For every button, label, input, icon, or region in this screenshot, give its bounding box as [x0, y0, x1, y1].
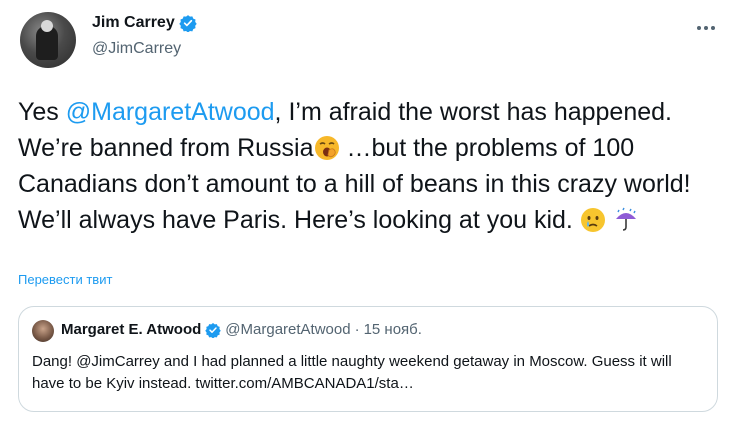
- quoted-date[interactable]: 15 нояб.: [364, 321, 422, 338]
- quoted-text: Dang! @JimCarrey and I had planned a lit…: [32, 353, 672, 392]
- yawning-face-emoji-icon: [314, 136, 339, 160]
- avatar[interactable]: [20, 12, 76, 68]
- quoted-separator: ·: [354, 321, 360, 338]
- quoted-author-handle[interactable]: @MargaretAtwood: [225, 321, 350, 338]
- tweet-text-part1: Yes: [18, 98, 66, 126]
- verified-badge-icon: [179, 15, 197, 32]
- quoted-header: Margaret E. Atwood @MargaretAtwood · 15 …: [61, 321, 422, 338]
- quoted-tweet[interactable]: Margaret E. Atwood @MargaretAtwood · 15 …: [18, 306, 718, 412]
- mention-link[interactable]: @MargaretAtwood: [66, 98, 275, 126]
- tweet-text: Yes @MargaretAtwood, I’m afraid the wors…: [18, 94, 723, 238]
- avatar-head: [41, 20, 53, 32]
- quoted-author-name[interactable]: Margaret E. Atwood: [61, 321, 201, 338]
- crying-face-emoji-icon: [580, 208, 605, 232]
- translate-tweet-link[interactable]: Перевести твит: [18, 272, 112, 287]
- quoted-avatar[interactable]: [32, 320, 54, 342]
- umbrella-with-rain-emoji-icon: [615, 207, 636, 231]
- verified-badge-icon: [205, 322, 222, 338]
- author-handle[interactable]: @JimCarrey: [92, 40, 181, 58]
- author-row: Jim Carrey: [92, 14, 197, 32]
- more-options-icon[interactable]: [694, 16, 718, 40]
- author-name[interactable]: Jim Carrey: [92, 14, 175, 32]
